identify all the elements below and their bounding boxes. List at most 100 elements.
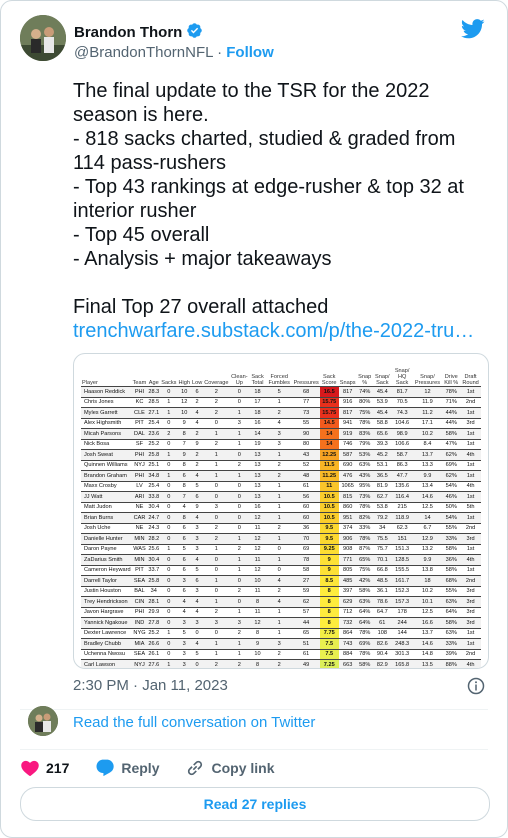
tweet-line: - Top 43 rankings at edge-rusher & top 3… — [73, 176, 464, 198]
table-cell: Bradley Chubb — [81, 638, 132, 649]
table-cell: 62 — [292, 596, 320, 607]
table-cell: 54% — [442, 480, 461, 492]
table-cell: 12 — [249, 617, 266, 628]
table-cell: 11 — [249, 522, 266, 534]
table-cell: 165.8 — [391, 659, 413, 668]
avatar-photo-icon — [28, 706, 58, 736]
table-cell: 4 — [190, 407, 204, 418]
table-cell: 485 — [338, 575, 357, 586]
table-cell: 301.3 — [391, 648, 413, 660]
table-cell: 864 — [338, 627, 357, 639]
table-cell: 15.75 — [319, 396, 339, 408]
table-cell: NE — [131, 501, 148, 513]
table-cell: 13 — [249, 449, 266, 460]
table-cell: 2 — [265, 522, 293, 534]
table-cell: IND — [131, 617, 148, 628]
table-cell: Cameron Heyward — [81, 564, 132, 576]
table-cell: 45.4 — [372, 386, 392, 397]
table-cell: 1 — [203, 428, 230, 439]
table-cell: 397 — [338, 585, 357, 597]
table-cell: 63% — [442, 627, 461, 639]
table-cell: 9.25 — [319, 543, 339, 555]
attached-image-table[interactable]: Player Team Age Sacks High Low Coverage Clean-U… — [73, 353, 489, 669]
table-cell: 476 — [338, 470, 357, 481]
author-handle-row: @BrandonThornNFL · Follow — [74, 44, 274, 61]
author-name[interactable]: Brandon Thorn — [74, 24, 182, 41]
table-cell: 66.8 — [372, 564, 392, 576]
table-cell: 10.2 — [412, 585, 443, 597]
table-cell: 805 — [338, 564, 357, 576]
table-cell: 25.8 — [147, 449, 161, 460]
table-cell: 0 — [229, 522, 250, 534]
table-cell: 0 — [160, 501, 178, 513]
table-cell: Josh Uche — [81, 522, 132, 534]
table-cell: 815 — [338, 491, 357, 502]
table-cell: 69 — [292, 543, 320, 555]
table-cell: 71% — [442, 396, 461, 408]
table-body: Haason Reddick PHI 28.3 0 10 6 2 0 18 5 68 16.5 817 7… — [81, 386, 481, 668]
tweet-line: interior rusher — [73, 200, 197, 222]
table-cell: 1st — [460, 407, 481, 418]
table-cell: 13 — [249, 459, 266, 471]
table-cell: 10.5 — [319, 501, 339, 513]
author-avatar[interactable] — [20, 15, 66, 61]
twitter-bird-icon[interactable] — [460, 19, 485, 44]
table-cell: 34 — [147, 585, 161, 597]
table-cell: 78% — [356, 533, 373, 544]
table-cell: 1st — [460, 512, 481, 523]
table-cell: 1st — [460, 627, 481, 639]
author-name-row[interactable]: Brandon Thorn — [74, 22, 203, 43]
table-cell: 46% — [442, 491, 461, 502]
table-cell: 116.4 — [391, 491, 413, 502]
table-cell: NYJ — [131, 659, 148, 668]
rankings-table: Player Team Age Sacks High Low Coverage Clean-U… — [81, 364, 481, 668]
table-cell: 817 — [338, 407, 357, 418]
table-cell: 78% — [356, 648, 373, 660]
table-cell: 0 — [203, 417, 230, 429]
table-cell: 4 — [177, 606, 191, 618]
table-cell: 1 — [203, 449, 230, 460]
table-cell: Yannick Ngakoue — [81, 617, 132, 628]
tweet-link[interactable]: trenchwarfare.substack.com/p/the-2022-tr… — [73, 319, 493, 343]
like-count: 217 — [46, 760, 70, 776]
read-conversation-link[interactable]: Read the full conversation on Twitter — [73, 714, 315, 731]
table-cell: 1 — [265, 396, 293, 408]
table-cell: 144 — [391, 627, 413, 639]
table-cell: 51 — [292, 638, 320, 649]
table-cell: Uchenna Nwosu — [81, 648, 132, 660]
table-row: Uchenna Nwosu SEA 26.1 0 3 5 1 1 10 2 61 7.5 884 78% 9… — [81, 648, 481, 660]
follow-button[interactable]: Follow — [226, 44, 274, 61]
table-cell: 0 — [160, 459, 178, 471]
reply-button[interactable]: Reply — [95, 758, 159, 778]
table-cell: Dexter Lawrence — [81, 627, 132, 639]
table-row: Quinnen Williams NYJ 25.1 0 8 2 1 2 13 2 52 11.5 690… — [81, 459, 481, 471]
table-cell: 1 — [160, 470, 178, 481]
copy-link-button[interactable]: Copy link — [185, 758, 275, 778]
table-header-cell: Snap % — [358, 374, 372, 386]
table-cell: 0 — [229, 491, 250, 502]
table-cell: 11 — [249, 606, 266, 618]
table-cell: 1 — [229, 648, 250, 660]
table-cell: 0 — [160, 575, 178, 586]
table-cell: 63% — [442, 596, 461, 607]
table-cell: 82.6 — [372, 638, 392, 649]
table-cell: 33% — [356, 522, 373, 534]
table-cell: 90.4 — [372, 648, 392, 660]
info-icon[interactable] — [467, 677, 485, 700]
table-cell: 244 — [391, 617, 413, 628]
table-cell: 13 — [249, 491, 266, 502]
author-handle[interactable]: @BrandonThornNFL — [74, 44, 213, 61]
table-cell: 25.6 — [147, 543, 161, 555]
read-replies-button[interactable]: Read 27 replies — [20, 787, 490, 821]
table-cell: 83% — [356, 428, 373, 439]
table-row: Carl Lawson NYJ 27.6 1 3 0 2 2 8 2 49 7.25 663 58% 82.… — [81, 659, 481, 668]
tweet-timestamp[interactable]: 2:30 PM · Jan 11, 2023 — [73, 677, 228, 694]
table-cell: 63% — [356, 459, 373, 471]
like-button[interactable]: 217 — [20, 758, 69, 778]
table-cell: 65 — [292, 627, 320, 639]
table-cell: 2 — [203, 438, 230, 450]
tweet-line: - Top 45 overall — [73, 224, 210, 246]
table-cell: 25.2 — [147, 438, 161, 450]
table-cell: 64% — [356, 606, 373, 618]
table-cell: 16 — [249, 501, 266, 513]
